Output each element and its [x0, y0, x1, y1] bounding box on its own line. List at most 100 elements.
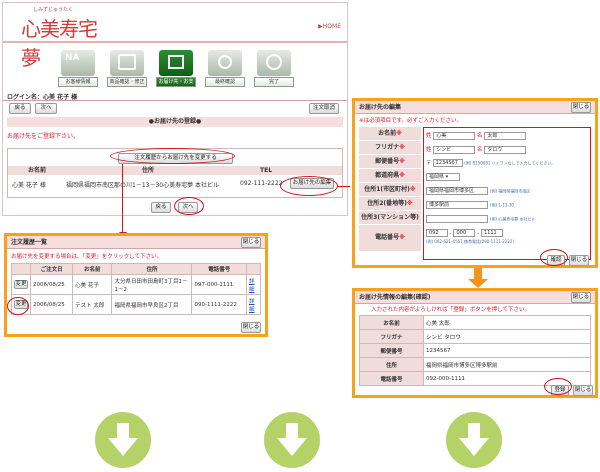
- logo-ruby: しみずじゅうたく: [33, 7, 74, 13]
- header-divider: [3, 41, 347, 43]
- highlight-next-button: [174, 197, 204, 215]
- delivery-row-name: 心美 花子 様: [12, 182, 46, 189]
- order-name: テスト 太郎: [72, 294, 113, 315]
- order-address: 大分県日田市田島町3丁目1－1－2: [111, 274, 193, 295]
- highlight-register-button: [544, 378, 572, 395]
- zip-hint: (例) 8150081 ハイフンなしで入力してください。: [464, 160, 556, 166]
- change-button[interactable]: 変更: [14, 280, 28, 289]
- confirm-value-kana: シンビ タロウ: [423, 329, 591, 344]
- col-name: お名前: [28, 167, 47, 174]
- step-final-icon: [208, 50, 242, 76]
- col-tel: TEL: [260, 167, 273, 174]
- step-complete: 完了: [254, 77, 294, 87]
- zip-row: 〒 1234567 (例) 8150081 ハイフンなしで入力してください。: [426, 159, 556, 167]
- history-col-name: お名前: [72, 263, 113, 275]
- addr1-field[interactable]: 福岡県福岡市博多区: [426, 187, 488, 195]
- last-name-kana-field[interactable]: シンビ: [433, 145, 476, 154]
- history-col-tel: 電話番号: [191, 263, 247, 275]
- tel-field-1[interactable]: 092: [426, 229, 448, 237]
- arrow-down-icon: [446, 412, 502, 468]
- highlight-edit-button: [280, 176, 338, 196]
- col-address: 住所: [142, 167, 155, 174]
- pref-select[interactable]: 福岡県 ▾: [426, 173, 460, 181]
- kana-row: 姓 シンビ 名 タロウ: [424, 142, 590, 156]
- label-addr1: 住所1(市区町村)※: [359, 183, 421, 197]
- addr3-hint: (例) 心美寿宅夢 本社ビル: [489, 216, 536, 222]
- step-delivery: お届け先・お支払: [156, 77, 196, 93]
- tel-hint: (例) 092-621-4567 携帯電話(090-1111-2222): [426, 239, 515, 244]
- addr2-row: 博多駅前 (例) 1-13-30: [424, 198, 590, 212]
- highlight-history-button: [110, 148, 235, 164]
- delivery-row-address: 福岡県福岡市南区那の川1－13－30心美寿宅夢 本社ビル: [66, 182, 219, 189]
- edit-labels: お名前※ フリガナ※ 郵便番号※ 都道府県※ 住所1(市区町村)※ 住所2(番地…: [359, 127, 421, 251]
- highlight-confirm-button: [540, 249, 568, 266]
- label-zip: 郵便番号※: [359, 155, 421, 169]
- edit-close-button[interactable]: 閉じる: [571, 102, 591, 113]
- order-tel: 090-1111-2222: [191, 294, 247, 315]
- tel-field-2[interactable]: 000: [453, 229, 476, 237]
- label-kana: フリガナ※: [359, 141, 421, 155]
- step-complete-icon: [257, 50, 291, 76]
- confirm-close-button[interactable]: 閉じる: [571, 292, 591, 303]
- last-name-field[interactable]: 心美: [433, 131, 476, 140]
- table-row: 変更 2006/08/25 テスト 太郎 福岡県福岡市早良区2丁目 090-11…: [11, 294, 261, 315]
- connector-history: [122, 164, 123, 234]
- delivery-row-tel: 092-111-2222: [240, 180, 283, 187]
- delivery-title-bar: ●お届け先の登録●: [7, 117, 343, 127]
- order-tel: 097-000-1111: [191, 274, 247, 295]
- addr2-field[interactable]: 博多駅前: [426, 201, 488, 209]
- step-customer: お客様情報: [58, 77, 98, 87]
- addr3-row: (例) 心美寿宅夢 本社ビル: [424, 212, 590, 226]
- edit-title: お届け先の編集: [355, 101, 595, 114]
- edit-panel: お届け先の編集 閉じる ※は必須項目です。必ずご入力ください。 お名前※ フリガ…: [352, 98, 598, 268]
- tel-field-3[interactable]: 1111: [480, 229, 503, 237]
- next-button-top[interactable]: 次へ: [35, 103, 57, 114]
- edit-close-button-bottom[interactable]: 閉じる: [569, 255, 589, 266]
- order-date: 2006/08/25: [29, 274, 74, 295]
- addr3-field[interactable]: [426, 215, 488, 223]
- confirm-label-zip: 郵便番号: [359, 343, 424, 358]
- pref-row: 福岡県 ▾: [424, 170, 590, 184]
- arrow-down-icon: [95, 412, 151, 468]
- confirm-label-name: お名前: [359, 315, 424, 330]
- label-name: お名前※: [359, 127, 421, 141]
- edit-inputs: 姓 心美 名 太郎 姓 シンビ 名 タロウ 〒 1234567 (例) 8150…: [423, 127, 591, 260]
- detail-link[interactable]: 詳細: [249, 299, 255, 313]
- home-link[interactable]: ▶HOME: [318, 23, 341, 30]
- step-final: 最終確認: [205, 77, 245, 87]
- cancel-order-button[interactable]: 注文取消: [309, 103, 339, 114]
- label-pref: 都道府県※: [359, 169, 421, 183]
- table-row: フリガナ シンビ タロウ: [359, 329, 591, 344]
- confirm-label-address: 住所: [359, 357, 424, 372]
- highlight-change-button: [7, 297, 29, 315]
- addr1-row: 福岡県福岡市博多区 (例) 福岡県福岡市南区: [424, 184, 590, 198]
- logo[interactable]: しみずじゅうたく 心美寿宅夢: [15, 6, 115, 70]
- confirm-label-kana: フリガナ: [359, 329, 424, 344]
- connector-edit: [338, 186, 350, 187]
- history-notice: お届け先を変更する場合は、「変更」をクリックして下さい。: [11, 254, 163, 260]
- detail-link[interactable]: 詳細: [249, 279, 255, 293]
- confirm-value-address: 福岡県福岡市博多区博多駅前: [423, 357, 591, 372]
- back-button[interactable]: 戻る: [151, 202, 171, 213]
- delivery-table-header: お名前 住所 TEL: [8, 166, 342, 175]
- edit-notice: ※は必須項目です。必ずご入力ください。: [359, 118, 463, 124]
- zip-field[interactable]: 1234567: [432, 159, 463, 167]
- history-title: 注文履歴一覧: [7, 236, 265, 249]
- first-name-kana-field[interactable]: タロウ: [484, 145, 527, 154]
- addr1-hint: (例) 福岡県福岡市南区: [489, 188, 531, 194]
- delivery-notice: お届け先をご登録下さい。: [7, 133, 80, 140]
- history-close-button-bottom[interactable]: 閉じる: [241, 322, 261, 333]
- confirm-close-button-bottom[interactable]: 閉じる: [573, 385, 593, 396]
- history-close-button[interactable]: 閉じる: [241, 237, 261, 248]
- table-row: お名前 心美 太郎: [359, 315, 591, 330]
- step-customer-icon: NA: [61, 50, 95, 76]
- confirm-label-tel: 電話番号: [359, 371, 424, 386]
- table-row: 郵便番号 1234567: [359, 343, 591, 358]
- history-col-detail: [246, 263, 261, 275]
- confirm-table: お名前 心美 太郎 フリガナ シンビ タロウ 郵便番号 1234567 住所 福岡県福岡…: [359, 315, 591, 386]
- first-name-field[interactable]: 太郎: [484, 131, 527, 140]
- back-button-top[interactable]: 戻る: [9, 103, 31, 114]
- name-row: 姓 心美 名 太郎: [424, 128, 590, 142]
- order-name: 心美 花子: [72, 274, 113, 295]
- order-date: 2006/08/25: [29, 294, 74, 315]
